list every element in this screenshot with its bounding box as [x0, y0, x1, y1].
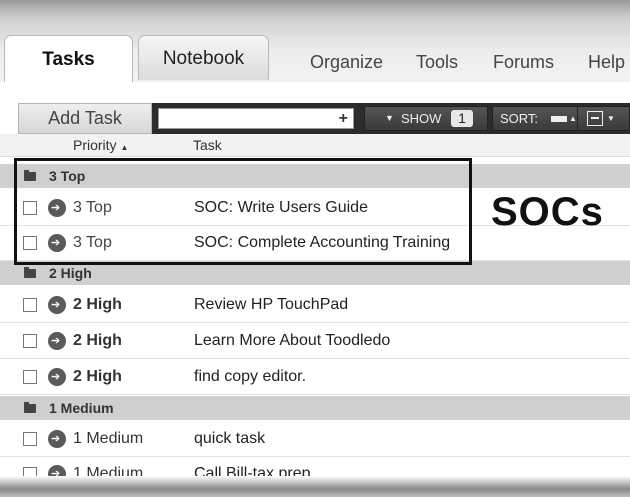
task-priority[interactable]: 2 High — [73, 368, 122, 386]
page-curl-shadow — [0, 476, 630, 497]
folder-icon — [24, 402, 36, 413]
toolbar-separator — [577, 107, 578, 130]
task-checkbox[interactable] — [23, 432, 37, 446]
new-task-input[interactable]: + — [158, 108, 354, 129]
sort-icon — [551, 116, 567, 122]
task-priority[interactable]: 2 High — [73, 296, 122, 314]
highlight-box — [14, 158, 472, 265]
table-row: 2 High find copy editor. — [0, 360, 630, 395]
column-header: Priority ▲ Task — [0, 134, 630, 157]
arrow-circle-icon[interactable] — [48, 296, 66, 314]
task-title[interactable]: Learn More About Toodledo — [194, 332, 390, 350]
caret-up-icon: ▲ — [569, 114, 577, 123]
group-label: 1 Medium — [49, 400, 114, 416]
task-title[interactable]: Review HP TouchPad — [194, 296, 348, 314]
folder-icon — [24, 267, 36, 278]
plus-icon[interactable]: + — [339, 109, 348, 128]
show-label: SHOW — [401, 111, 442, 126]
show-count-badge: 1 — [451, 110, 473, 127]
column-priority[interactable]: Priority ▲ — [73, 137, 128, 153]
view-options-icon[interactable] — [587, 111, 603, 126]
table-row: 2 High Learn More About Toodledo — [0, 324, 630, 359]
task-checkbox[interactable] — [23, 298, 37, 312]
task-checkbox[interactable] — [23, 370, 37, 384]
add-task-button[interactable]: Add Task — [18, 103, 152, 134]
nav-help[interactable]: Help — [588, 52, 625, 73]
arrow-circle-icon[interactable] — [48, 332, 66, 350]
tab-notebook[interactable]: Notebook — [138, 35, 269, 80]
arrow-circle-icon[interactable] — [48, 430, 66, 448]
task-title[interactable]: quick task — [194, 430, 265, 448]
app-frame: Tasks Notebook Organize Tools Forums Hel… — [0, 0, 630, 497]
arrow-circle-icon[interactable] — [48, 368, 66, 386]
nav-forums[interactable]: Forums — [493, 52, 554, 73]
sort-asc-icon: ▲ — [120, 143, 129, 152]
column-task[interactable]: Task — [193, 137, 222, 153]
sort-button[interactable]: SORT: ▲ ▼ — [492, 106, 630, 131]
group-label: 2 High — [49, 265, 92, 281]
nav-organize[interactable]: Organize — [310, 52, 383, 73]
task-title[interactable]: find copy editor. — [194, 368, 306, 386]
group-header-1-medium[interactable]: 1 Medium — [0, 396, 630, 420]
column-priority-label: Priority — [73, 137, 117, 153]
sort-label: SORT: — [500, 111, 539, 126]
task-priority[interactable]: 2 High — [73, 332, 122, 350]
top-bar: Tasks Notebook Organize Tools Forums Hel… — [0, 0, 630, 83]
task-checkbox[interactable] — [23, 334, 37, 348]
caret-down-icon: ▼ — [385, 113, 394, 123]
task-content: Add Task + ▼ SHOW 1 SORT: ▲ ▼ Priority ▲… — [0, 82, 630, 497]
task-priority[interactable]: 1 Medium — [73, 430, 143, 448]
tab-tasks[interactable]: Tasks — [4, 35, 133, 83]
table-row: 2 High Review HP TouchPad — [0, 288, 630, 323]
show-button[interactable]: ▼ SHOW 1 — [364, 106, 488, 131]
task-toolbar: Add Task + ▼ SHOW 1 SORT: ▲ ▼ — [0, 103, 630, 134]
nav-tools[interactable]: Tools — [416, 52, 458, 73]
callout-label: SOCs — [491, 190, 604, 234]
caret-down-icon: ▼ — [607, 114, 615, 123]
table-row: 1 Medium quick task — [0, 422, 630, 457]
